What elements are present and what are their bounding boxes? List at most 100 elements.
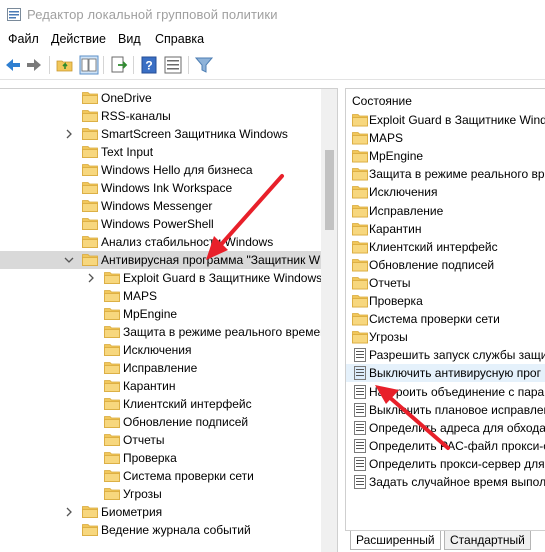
toolbar-separator (103, 56, 104, 74)
list-folder-item[interactable]: Проверка (346, 292, 545, 310)
properties-icon[interactable] (163, 55, 183, 75)
toolbar-separator (49, 56, 50, 74)
tab-extended[interactable]: Расширенный (350, 531, 441, 550)
list-policy-item[interactable]: Определить прокси-сервер для (346, 455, 545, 473)
list-folder-item[interactable]: Угрозы (346, 328, 545, 346)
column-header-state: Состояние (352, 94, 412, 108)
list-column-header[interactable]: Состояние (346, 89, 545, 111)
list-item-label: MpEngine (369, 149, 424, 163)
tree-item-label: Отчеты (123, 433, 165, 447)
list-folder-item[interactable]: Исправление (346, 202, 545, 220)
list-policy-item[interactable]: Выключить антивирусную прог (346, 364, 545, 382)
menu-view[interactable]: Вид (118, 32, 141, 46)
list-policy-item[interactable]: Настроить объединение с парам (346, 383, 545, 401)
tree-item[interactable]: Антивирусная программа "Защитник W (0, 251, 321, 269)
list-item-label: Угрозы (369, 330, 408, 344)
tree-item[interactable]: RSS-каналы (0, 107, 321, 125)
list-policy-item[interactable]: Задать случайное время выпол (346, 473, 545, 491)
list-folder-item[interactable]: MpEngine (346, 147, 545, 165)
tree-item[interactable]: Ведение журнала событий (0, 521, 321, 539)
tree-item[interactable]: Windows Ink Workspace (0, 179, 321, 197)
list-folder-item[interactable]: Обновление подписей (346, 256, 545, 274)
svg-text:?: ? (145, 59, 152, 73)
list-policy-item[interactable]: Выключить плановое исправлен (346, 401, 545, 419)
tree-item[interactable]: Клиентский интерфейс (0, 395, 321, 413)
folder-icon (104, 488, 120, 500)
toolbar: ? (0, 51, 545, 80)
tree-item[interactable]: MpEngine (0, 305, 321, 323)
tree-item[interactable]: SmartScreen Защитника Windows (0, 125, 321, 143)
menu-help[interactable]: Справка (155, 32, 204, 46)
export-list-icon[interactable] (109, 55, 129, 75)
help-icon[interactable]: ? (139, 55, 159, 75)
tree-item-label: Исключения (123, 343, 192, 357)
list-folder-item[interactable]: Исключения (346, 183, 545, 201)
folder-icon (104, 308, 120, 320)
list-policy-item[interactable]: Определить адреса для обхода п (346, 419, 545, 437)
tree-item[interactable]: Проверка (0, 449, 321, 467)
tree-item[interactable]: OneDrive (0, 89, 321, 107)
tree-scrollbar-thumb[interactable] (325, 150, 334, 230)
folder-icon (352, 277, 368, 290)
chevron-right-icon[interactable] (86, 272, 96, 284)
list-item-label: Разрешить запуск службы защи (369, 348, 545, 362)
chevron-right-icon[interactable] (64, 128, 74, 140)
menu-file[interactable]: Файл (8, 32, 39, 46)
chevron-down-icon[interactable] (64, 254, 74, 266)
tree-item-label: Угрозы (123, 487, 162, 501)
tree-item-label: Биометрия (101, 505, 163, 519)
tab-standard[interactable]: Стандартный (444, 531, 531, 550)
folder-icon (104, 290, 120, 302)
tree-item[interactable]: Анализ стабильности Windows (0, 233, 321, 251)
list-folder-item[interactable]: Система проверки сети (346, 310, 545, 328)
list-folder-item[interactable]: MAPS (346, 129, 545, 147)
list-folder-item[interactable]: Защита в режиме реального вре (346, 165, 545, 183)
folder-icon (352, 313, 368, 326)
tree-item[interactable]: Windows Hello для бизнеса (0, 161, 321, 179)
chevron-right-icon[interactable] (64, 506, 74, 518)
up-folder-icon[interactable] (55, 55, 75, 75)
forward-icon[interactable] (24, 55, 44, 75)
folder-icon (82, 506, 98, 518)
tree-item[interactable]: Text Input (0, 143, 321, 161)
tree-item[interactable]: Карантин (0, 377, 321, 395)
tree-item-label: Windows Messenger (101, 199, 213, 213)
list-policy-item[interactable]: Определить PAC-файл прокси-се (346, 437, 545, 455)
folder-icon (82, 146, 98, 158)
policy-editor-icon (7, 8, 21, 21)
folder-icon (104, 434, 120, 446)
tree-item[interactable]: Exploit Guard в Защитнике Windows (0, 269, 322, 287)
tree-item[interactable]: Windows PowerShell (0, 215, 321, 233)
tree-item[interactable]: MAPS (0, 287, 321, 305)
tree-item[interactable]: Windows Messenger (0, 197, 321, 215)
list-folder-item[interactable]: Клиентский интерфейс (346, 238, 545, 256)
list-item-label: Обновление подписей (369, 258, 495, 272)
tree-item[interactable]: Угрозы (0, 485, 321, 503)
tree-item-label: RSS-каналы (101, 109, 171, 123)
back-icon[interactable] (3, 55, 23, 75)
show-hide-tree-icon[interactable] (79, 55, 99, 75)
list-item-label: Exploit Guard в Защитнике Windo (369, 113, 545, 127)
list-policy-item[interactable]: Разрешить запуск службы защи (346, 346, 545, 364)
tree-item[interactable]: Обновление подписей (0, 413, 321, 431)
tree-item[interactable]: Исправление (0, 359, 321, 377)
tree-item-label: Ведение журнала событий (101, 523, 251, 537)
folder-icon (82, 110, 98, 122)
list-folder-item[interactable]: Exploit Guard в Защитнике Windo (346, 111, 545, 129)
tree-item[interactable]: Исключения (0, 341, 321, 359)
folder-icon (104, 416, 120, 428)
tree-scrollbar[interactable] (321, 89, 337, 552)
tree-item[interactable]: Система проверки сети (0, 467, 321, 485)
tree-item[interactable]: Защита в режиме реального времен (0, 323, 327, 341)
tree-item-label: Windows Hello для бизнеса (101, 163, 253, 177)
list-folder-item[interactable]: Карантин (346, 220, 545, 238)
tree-item[interactable]: Отчеты (0, 431, 321, 449)
folder-icon (352, 168, 368, 181)
menu-action[interactable]: Действие (51, 32, 106, 46)
list-item-label: Система проверки сети (369, 312, 500, 326)
filter-icon[interactable] (194, 55, 214, 75)
tree-item-label: Text Input (101, 145, 154, 159)
list-item-label: Клиентский интерфейс (369, 240, 498, 254)
tree-item[interactable]: Биометрия (0, 503, 321, 521)
list-folder-item[interactable]: Отчеты (346, 274, 545, 292)
